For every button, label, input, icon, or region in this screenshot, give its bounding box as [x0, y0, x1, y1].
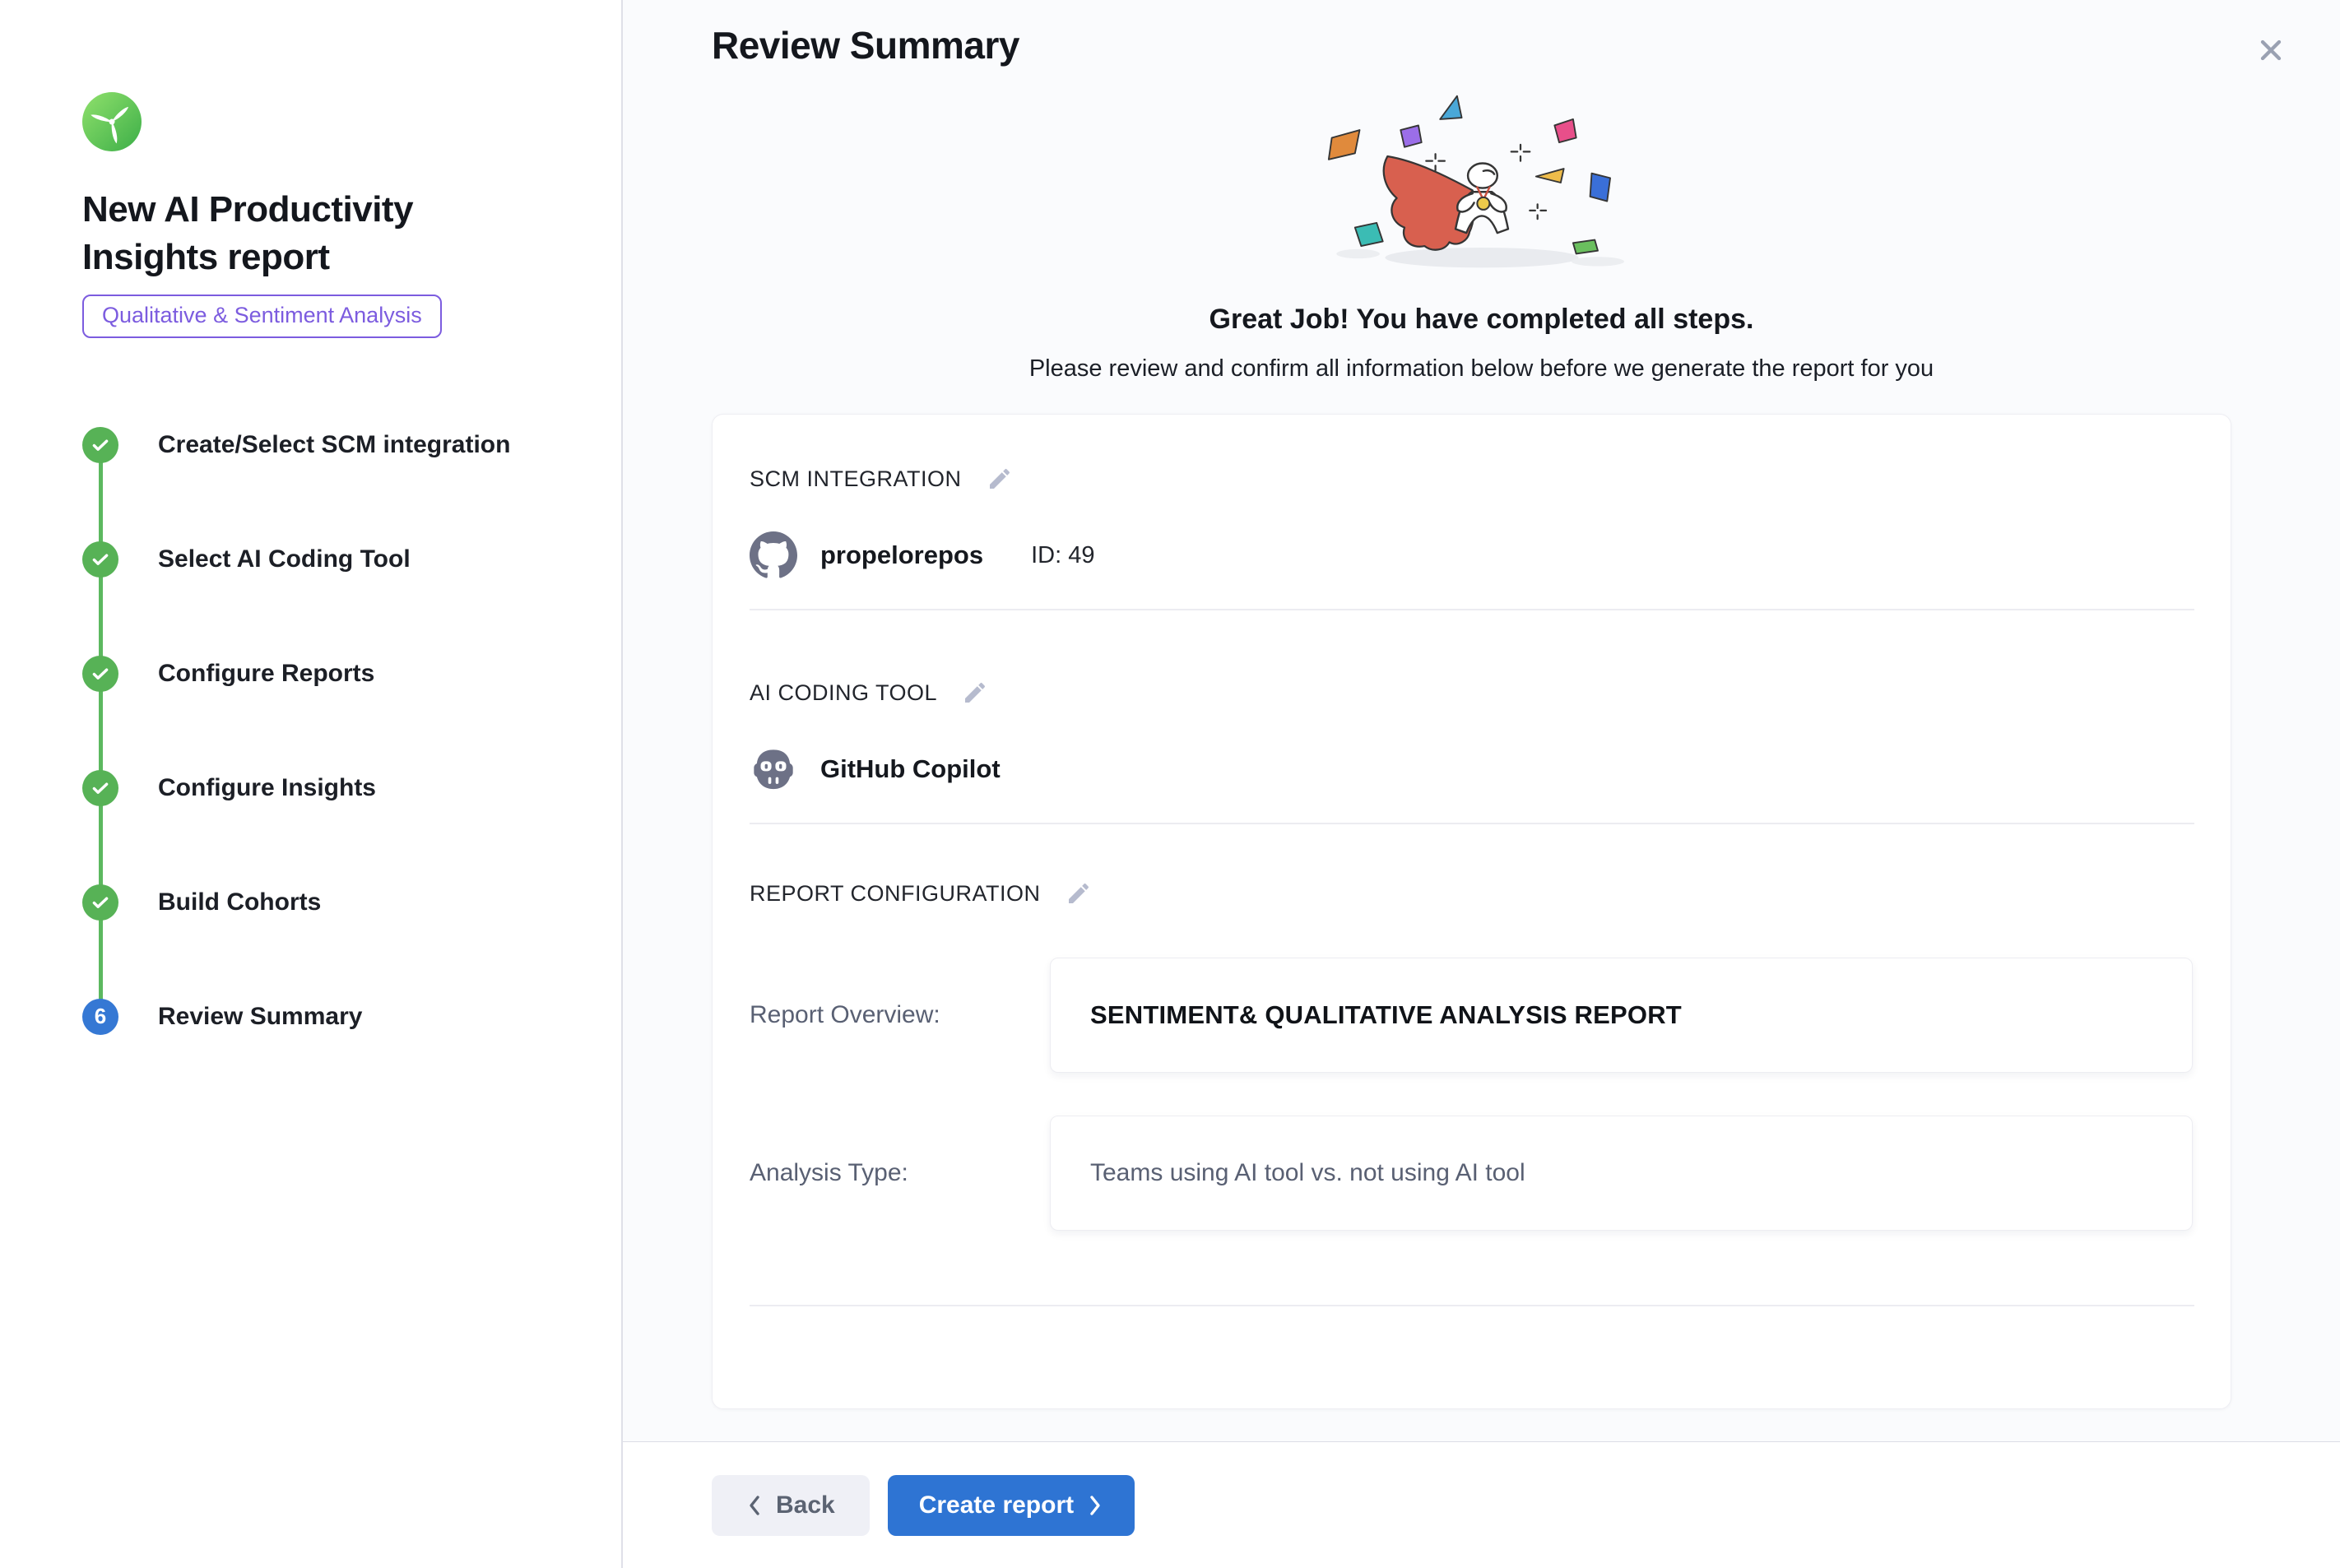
- chevron-left-icon: [746, 1494, 763, 1517]
- close-icon[interactable]: [2248, 28, 2294, 74]
- step-build-cohorts[interactable]: Build Cohorts: [82, 884, 572, 921]
- wizard-sidebar: New AI Productivity Insights report Qual…: [0, 0, 623, 1568]
- congrats-subheading: Please review and confirm all informatio…: [623, 355, 2340, 383]
- page-title: Review Summary: [712, 23, 2340, 67]
- report-overview-row: Report Overview: SENTIMENT& QUALITATIVE …: [750, 958, 2194, 1073]
- report-overview-value: SENTIMENT& QUALITATIVE ANALYSIS REPORT: [1090, 1000, 1682, 1030]
- check-icon: [82, 427, 118, 463]
- propeller-logo: [82, 92, 142, 151]
- report-overview-label: Report Overview:: [750, 1001, 1050, 1029]
- congrats-section: Great Job! You have completed all steps.…: [623, 74, 2340, 383]
- edit-ai-tool-icon[interactable]: [962, 680, 988, 706]
- ai-coding-tool-section: AI CODING TOOL: [750, 680, 2194, 824]
- github-icon: [750, 531, 797, 579]
- create-report-button[interactable]: Create report: [888, 1475, 1135, 1536]
- scm-integration-section: SCM INTEGRATION propelorepos ID: 49: [750, 466, 2194, 610]
- step-number-badge: 6: [82, 999, 118, 1035]
- chevron-right-icon: [1087, 1494, 1103, 1517]
- wizard-stepper: Create/Select SCM integration Select AI …: [82, 427, 572, 1035]
- report-configuration-label: REPORT CONFIGURATION: [750, 881, 1041, 907]
- check-icon: [82, 884, 118, 921]
- check-icon: [82, 770, 118, 806]
- analysis-type-label: Analysis Type:: [750, 1159, 1050, 1187]
- step-create-select-scm[interactable]: Create/Select SCM integration: [82, 427, 572, 463]
- edit-scm-icon[interactable]: [987, 466, 1013, 492]
- scm-integration-label: SCM INTEGRATION: [750, 466, 962, 492]
- step-label: Select AI Coding Tool: [158, 545, 411, 573]
- back-button-label: Back: [776, 1491, 835, 1519]
- panel-content: Review Summary: [623, 0, 2340, 1441]
- review-summary-card: SCM INTEGRATION propelorepos ID: 49: [712, 414, 2231, 1409]
- report-configuration-section: REPORT CONFIGURATION Report Overview: SE…: [750, 880, 2194, 1306]
- ai-coding-tool-label: AI CODING TOOL: [750, 680, 937, 706]
- celebration-illustration: [1288, 74, 1675, 291]
- section-divider: [750, 823, 2194, 824]
- step-configure-reports[interactable]: Configure Reports: [82, 656, 572, 692]
- stepper-connector: [99, 445, 103, 1017]
- scm-integration-name: propelorepos: [820, 540, 983, 570]
- app-root: New AI Productivity Insights report Qual…: [0, 0, 2340, 1568]
- back-button[interactable]: Back: [712, 1475, 870, 1536]
- step-configure-insights[interactable]: Configure Insights: [82, 770, 572, 806]
- edit-report-config-icon[interactable]: [1066, 880, 1092, 907]
- analysis-type-value: Teams using AI tool vs. not using AI too…: [1090, 1159, 1525, 1187]
- analysis-type-value-box: Teams using AI tool vs. not using AI too…: [1050, 1116, 2193, 1231]
- analysis-type-row: Analysis Type: Teams using AI tool vs. n…: [750, 1116, 2194, 1231]
- check-icon: [82, 541, 118, 578]
- report-type-badge: Qualitative & Sentiment Analysis: [82, 295, 442, 337]
- congrats-heading: Great Job! You have completed all steps.: [623, 304, 2340, 336]
- section-divider: [750, 609, 2194, 610]
- wizard-title: New AI Productivity Insights report: [82, 186, 543, 281]
- step-label: Build Cohorts: [158, 888, 321, 916]
- scm-integration-id: ID: 49: [1031, 542, 1094, 569]
- ai-coding-tool-name: GitHub Copilot: [820, 754, 1001, 784]
- copilot-icon: [750, 745, 797, 793]
- create-report-button-label: Create report: [919, 1491, 1074, 1519]
- report-overview-value-box: SENTIMENT& QUALITATIVE ANALYSIS REPORT: [1050, 958, 2193, 1073]
- step-label: Review Summary: [158, 1003, 362, 1031]
- panel-header: Review Summary: [623, 0, 2340, 67]
- step-review-summary[interactable]: 6 Review Summary: [82, 999, 572, 1035]
- section-divider: [750, 1305, 2194, 1306]
- wizard-footer: Back Create report: [623, 1441, 2340, 1568]
- review-summary-panel: Review Summary: [623, 0, 2340, 1568]
- check-icon: [82, 656, 118, 692]
- step-select-ai-coding-tool[interactable]: Select AI Coding Tool: [82, 541, 572, 578]
- step-label: Create/Select SCM integration: [158, 431, 510, 459]
- step-label: Configure Insights: [158, 774, 376, 802]
- step-label: Configure Reports: [158, 660, 374, 688]
